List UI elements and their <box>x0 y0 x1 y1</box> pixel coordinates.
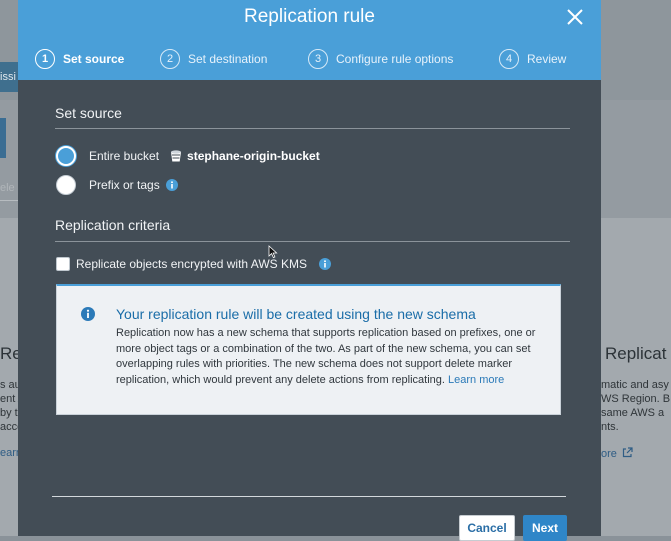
background-right-line: WS Region. B <box>601 393 671 405</box>
step-number: 2 <box>160 49 180 69</box>
background-right-text: matic and asy WS Region. B same AWS a nt… <box>601 378 671 434</box>
background-left-line: s au <box>0 379 18 391</box>
replication-criteria-heading: Replication criteria <box>55 217 171 233</box>
background-left-line: ent A <box>0 393 18 405</box>
info-icon[interactable] <box>319 258 331 270</box>
bucket-name: stephane-origin-bucket <box>187 149 320 163</box>
background-right-line: nts. <box>601 421 619 433</box>
modal-header: Replication rule 1 Set source 2 Set dest… <box>18 0 601 80</box>
kms-checkbox[interactable] <box>56 257 70 271</box>
info-icon[interactable] <box>165 179 178 191</box>
step-number: 3 <box>308 49 328 69</box>
wizard-steps: 1 Set source 2 Set destination 3 Configu… <box>18 47 601 71</box>
step-review[interactable]: 4 Review <box>499 47 566 71</box>
step-configure-rule-options[interactable]: 3 Configure rule options <box>308 47 453 71</box>
background-right-title: Replicat <box>605 344 667 363</box>
set-source-heading: Set source <box>55 105 122 121</box>
step-number: 4 <box>499 49 519 69</box>
step-label: Configure rule options <box>336 52 454 66</box>
background-faded-text: ele <box>0 182 15 194</box>
background-tab: issi <box>0 62 18 92</box>
info-icon <box>81 307 95 321</box>
background-left-line: acco <box>0 421 18 433</box>
entire-bucket-radio[interactable] <box>56 146 76 166</box>
mouse-pointer-icon <box>268 245 278 259</box>
entire-bucket-label: Entire bucket <box>89 149 160 163</box>
footer-divider <box>52 496 566 497</box>
bucket-icon <box>171 150 182 162</box>
prefix-or-tags-option[interactable]: Prefix or tags <box>56 175 178 195</box>
background-button-edge <box>0 118 6 158</box>
schema-notice: Your replication rule will be created us… <box>56 284 561 415</box>
next-button[interactable]: Next <box>523 515 567 541</box>
kms-label: Replicate objects encrypted with AWS KMS <box>76 257 307 271</box>
notice-title: Your replication rule will be created us… <box>116 306 476 322</box>
background-right-link: ore <box>601 447 633 460</box>
step-label: Set source <box>63 52 125 66</box>
prefix-or-tags-label: Prefix or tags <box>89 178 160 192</box>
entire-bucket-option[interactable]: Entire bucket stephane-origin-bucket <box>56 146 320 166</box>
step-label: Review <box>527 52 567 66</box>
step-label: Set destination <box>188 52 268 66</box>
replication-rule-modal: Replication rule 1 Set source 2 Set dest… <box>18 0 601 541</box>
background-right-line: matic and asy <box>601 379 669 391</box>
external-link-icon <box>622 447 633 458</box>
section-divider <box>55 128 570 129</box>
background-left-text: s au ent A by t acco <box>0 378 18 434</box>
background-tab-text: issi <box>0 71 16 83</box>
notice-body: Replication now has a new schema that su… <box>116 326 548 388</box>
kms-option[interactable]: Replicate objects encrypted with AWS KMS <box>56 257 331 271</box>
prefix-or-tags-radio[interactable] <box>56 175 76 195</box>
step-set-destination[interactable]: 2 Set destination <box>160 47 267 71</box>
step-set-source[interactable]: 1 Set source <box>35 47 124 71</box>
background-left-line: by t <box>0 407 18 419</box>
section-divider <box>55 241 570 242</box>
learn-more-link[interactable]: Learn more <box>448 374 504 386</box>
cancel-button[interactable]: Cancel <box>459 515 515 541</box>
step-number: 1 <box>35 49 55 69</box>
background-left-link: earn <box>0 447 18 459</box>
background-right-link-text: ore <box>601 448 617 460</box>
close-icon[interactable] <box>563 5 587 29</box>
background-right-line: same AWS a <box>601 407 665 419</box>
modal-title: Replication rule <box>244 6 375 27</box>
background-divider <box>0 200 18 201</box>
background-left-title: Regio <box>0 344 18 363</box>
